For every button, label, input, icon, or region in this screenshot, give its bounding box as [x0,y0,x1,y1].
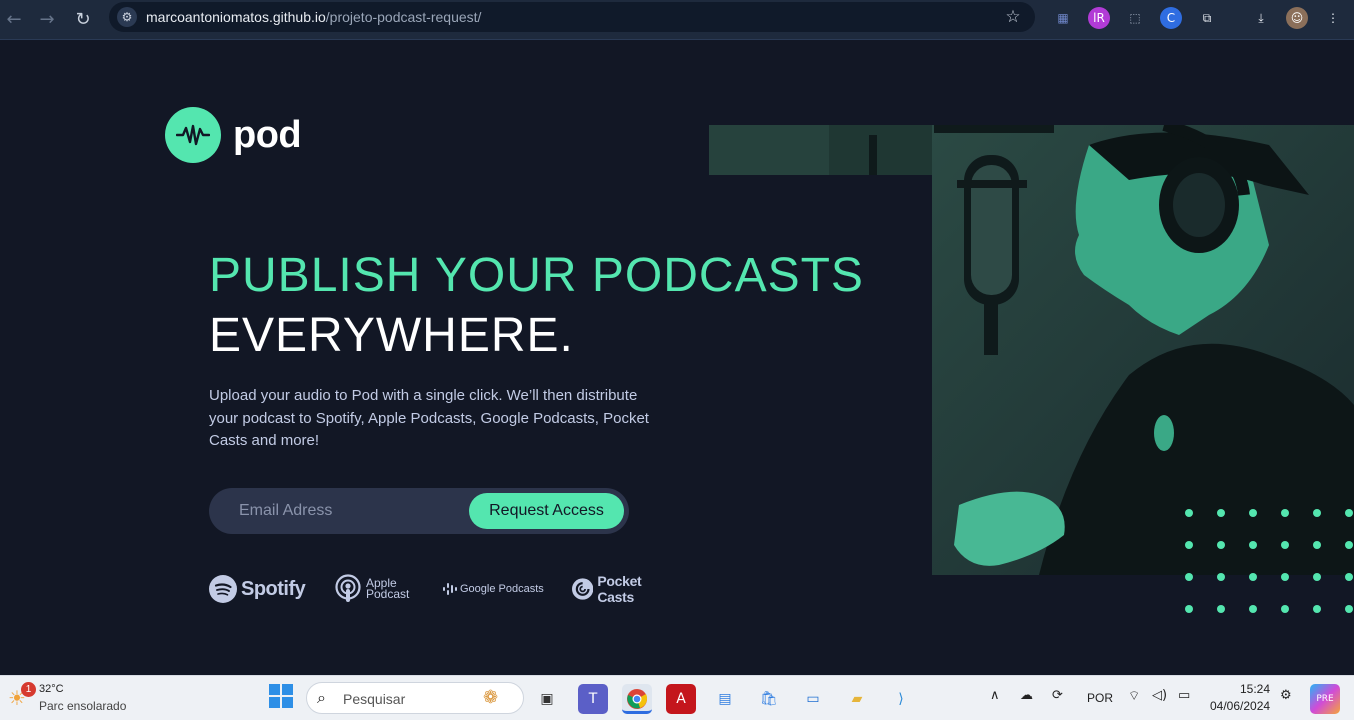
clock[interactable]: 15:24 04/06/2024 [1210,682,1270,713]
clock-time: 15:24 [1239,682,1270,696]
remote-desktop-icon[interactable]: ▭ [798,684,828,714]
windows-start-icon[interactable] [266,684,296,714]
file-explorer-icon[interactable]: ▰ [842,684,872,714]
onedrive-cloud-icon[interactable]: ☁ [1020,688,1033,703]
extensions-puzzle-icon[interactable]: ⧉ [1196,7,1218,29]
language-indicator[interactable]: POR [1087,691,1113,705]
copilot-icon[interactable]: PRE [1310,684,1340,714]
email-input[interactable] [209,488,459,534]
translate-extension-icon[interactable]: ▦ [1052,7,1074,29]
acrobat-icon[interactable]: A [666,684,696,714]
search-icon: ⌕ [317,688,326,707]
podcast-icon [335,574,361,602]
weather-widget[interactable]: ☀ 1 32°C Parc ensolarado [8,682,138,716]
pocket-casts-logo: Pocket Casts [572,573,679,605]
pocket-casts-icon [572,578,594,600]
waveform-logo-icon [165,107,221,163]
vscode-icon[interactable]: ⟩ [886,684,916,714]
notification-bell-icon[interactable]: ⚙ [1280,688,1292,703]
logo-text: pod [233,113,302,156]
notepad-icon[interactable]: ▤ [710,684,740,714]
forward-icon[interactable]: → [33,6,61,34]
pocket-casts-label: Pocket Casts [597,573,642,605]
google-podcasts-label: Google Podcasts [460,583,544,595]
teams-icon[interactable]: T [578,684,608,714]
description-text: Upload your audio to Pod with a single c… [209,387,649,449]
store-icon[interactable]: 🛍 [754,684,784,714]
user-avatar-icon[interactable]: ☺ [1286,7,1308,29]
windows-taskbar: ☀ 1 32°C Parc ensolarado ⌕ Pesquisar ❁ ▣… [0,675,1354,720]
menu-kebab-icon[interactable]: ⋮ [1322,7,1344,29]
sync-icon[interactable]: ⟳ [1052,688,1063,703]
reload-icon[interactable]: ↻ [69,6,97,34]
spotify-icon [209,575,237,603]
spotify-label: Spotify [241,577,306,600]
clock-date: 04/06/2024 [1210,699,1271,713]
address-bar[interactable]: ⚙ marcoantoniomatos.github.io/projeto-po… [109,2,1035,32]
weather-badge: 1 [21,682,36,697]
wifi-icon[interactable]: ⌔ [1128,688,1140,704]
battery-icon[interactable]: ▭ [1178,688,1190,703]
chrome-taskbar-icon[interactable] [622,684,652,714]
search-placeholder: Pesquisar [343,691,406,707]
platform-logos: Spotify Apple Podcast Google Podcasts Po… [209,573,679,605]
back-icon[interactable]: ← [0,6,28,34]
google-podcasts-icon [443,583,457,595]
headline-line-2: EVERYWHERE. [209,309,574,362]
apple-label-line2: Podcast [366,587,410,601]
weather-description: Parc ensolarado [39,699,127,713]
apple-podcast-label: Apple Podcast [366,577,410,601]
spotify-logo: Spotify [209,574,306,604]
profile-extension-icon[interactable]: lR [1088,7,1110,29]
apple-podcast-logo: Apple Podcast [334,574,409,604]
search-highlight-icon: ❁ [483,687,499,708]
podcaster-photo [709,125,1354,575]
email-form: Request Access [209,488,629,534]
url-text[interactable]: marcoantoniomatos.github.io/projeto-podc… [146,9,481,25]
taskbar-search[interactable]: ⌕ Pesquisar ❁ [306,682,524,714]
google-podcasts-logo: Google Podcasts [443,574,544,604]
volume-icon[interactable]: ◁) [1152,688,1167,703]
temperature-text: 32°C [39,683,64,695]
browser-toolbar: ← → ↻ ⚙ marcoantoniomatos.github.io/proj… [0,0,1354,40]
download-icon[interactable]: ⤓ [1250,7,1272,29]
task-view-icon[interactable]: ▣ [532,684,562,714]
chrome-extension-icon[interactable]: C [1160,7,1182,29]
chevron-up-icon[interactable]: ∧ [990,688,1000,703]
site-info-icon[interactable]: ⚙ [117,7,137,27]
url-host: marcoantoniomatos.github.io [146,9,326,25]
bookmark-star-icon[interactable]: ☆ [1001,5,1025,29]
screenshot-extension-icon[interactable]: ⬚ [1124,7,1146,29]
request-access-button[interactable]: Request Access [469,493,624,529]
url-path: /projeto-podcast-request/ [325,9,482,25]
pod-logo: pod [165,107,302,163]
